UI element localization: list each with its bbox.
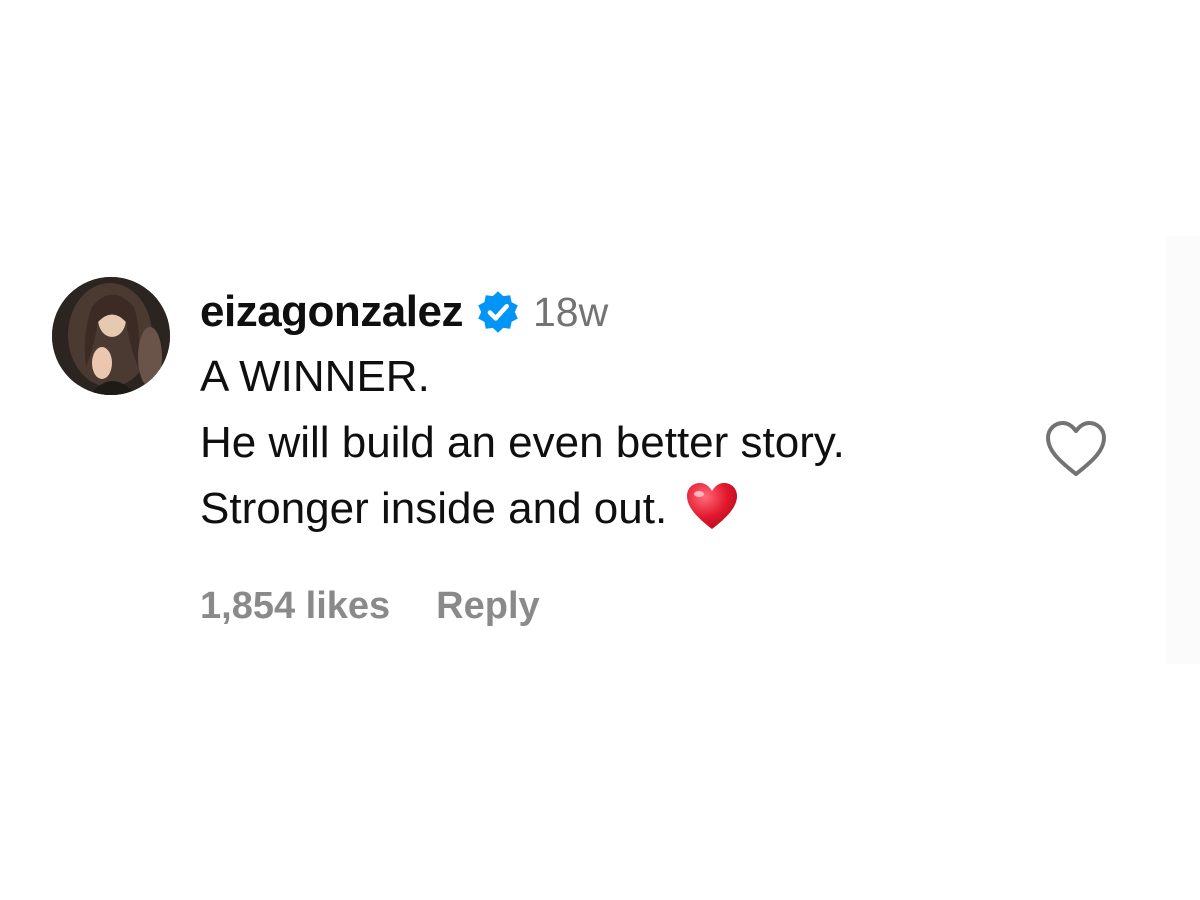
comment-header: eizagonzalez 18w xyxy=(200,284,1020,340)
heart-outline-icon[interactable] xyxy=(1044,420,1108,478)
comment-text: A WINNER. He will build an even better s… xyxy=(200,344,1020,542)
comment-line-text: Stronger inside and out. xyxy=(200,484,668,533)
red-heart-emoji xyxy=(687,483,738,530)
reply-button[interactable]: Reply xyxy=(436,585,539,628)
comment-actions: 1,854 likes Reply xyxy=(200,578,540,634)
verified-badge-icon xyxy=(478,291,518,333)
comment-line: Stronger inside and out. xyxy=(200,476,1020,542)
page: eizagonzalez 18w A WINNER. He will build… xyxy=(0,0,1200,900)
comment-timestamp[interactable]: 18w xyxy=(533,284,608,340)
comment-line: A WINNER. xyxy=(200,352,430,401)
username-link[interactable]: eizagonzalez xyxy=(200,284,463,340)
scrollbar-track[interactable] xyxy=(1166,236,1200,664)
comment: eizagonzalez 18w A WINNER. He will build… xyxy=(200,284,1020,542)
avatar[interactable] xyxy=(52,277,170,395)
comment-line: He will build an even better story. xyxy=(200,418,845,467)
likes-count[interactable]: 1,854 likes xyxy=(200,585,390,628)
avatar-image xyxy=(52,277,170,395)
